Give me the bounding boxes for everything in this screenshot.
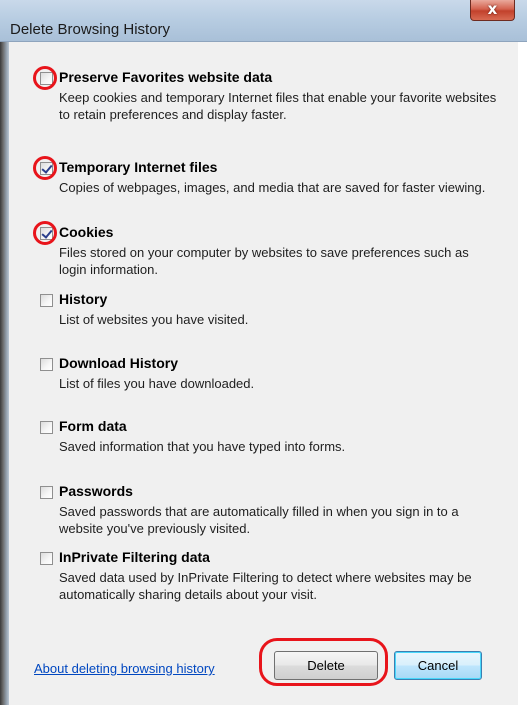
inprivate-filtering-label[interactable]: InPrivate Filtering data [59, 549, 210, 565]
delete-button[interactable]: Delete [274, 651, 378, 680]
form-data-checkbox[interactable] [40, 421, 53, 434]
highlight-ring [33, 221, 57, 245]
form-data-description: Saved information that you have typed in… [59, 439, 346, 454]
cookies-label[interactable]: Cookies [59, 224, 113, 240]
window-title: Delete Browsing History [10, 21, 171, 38]
temporary-internet-files-label[interactable]: Temporary Internet files [59, 159, 217, 175]
download-history-label[interactable]: Download History [59, 355, 178, 371]
history-description: List of websites you have visited. [59, 312, 249, 327]
preserve-favorites-description: Keep cookies and temporary Internet file… [59, 90, 497, 122]
inprivate-filtering-description: Saved data used by InPrivate Filtering t… [59, 570, 472, 602]
cookies-description: Files stored on your computer by website… [59, 245, 469, 277]
highlight-ring [33, 66, 57, 90]
history-label[interactable]: History [59, 291, 107, 307]
download-history-checkbox[interactable] [40, 358, 53, 371]
temporary-internet-files-description: Copies of webpages, images, and media th… [59, 180, 486, 195]
download-history-description: List of files you have downloaded. [59, 376, 255, 391]
inprivate-filtering-checkbox[interactable] [40, 552, 53, 565]
history-checkbox[interactable] [40, 294, 53, 307]
window-frame-left [0, 0, 9, 705]
close-icon: x [487, 0, 498, 18]
about-deleting-history-link[interactable]: About deleting browsing history [34, 661, 215, 676]
window-margin-right [518, 42, 527, 705]
highlight-ring [33, 156, 57, 180]
title-bar[interactable]: Delete Browsing History x [0, 0, 527, 42]
passwords-checkbox[interactable] [40, 486, 53, 499]
passwords-description: Saved passwords that are automatically f… [59, 504, 459, 536]
close-button[interactable]: x [470, 0, 515, 21]
form-data-label[interactable]: Form data [59, 418, 127, 434]
preserve-favorites-label[interactable]: Preserve Favorites website data [59, 69, 272, 85]
passwords-label[interactable]: Passwords [59, 483, 133, 499]
delete-browsing-history-dialog: Delete Browsing History x Preserve Favor… [0, 0, 527, 705]
dialog-content: Preserve Favorites website data Keep coo… [9, 42, 518, 705]
cancel-button[interactable]: Cancel [394, 651, 482, 680]
